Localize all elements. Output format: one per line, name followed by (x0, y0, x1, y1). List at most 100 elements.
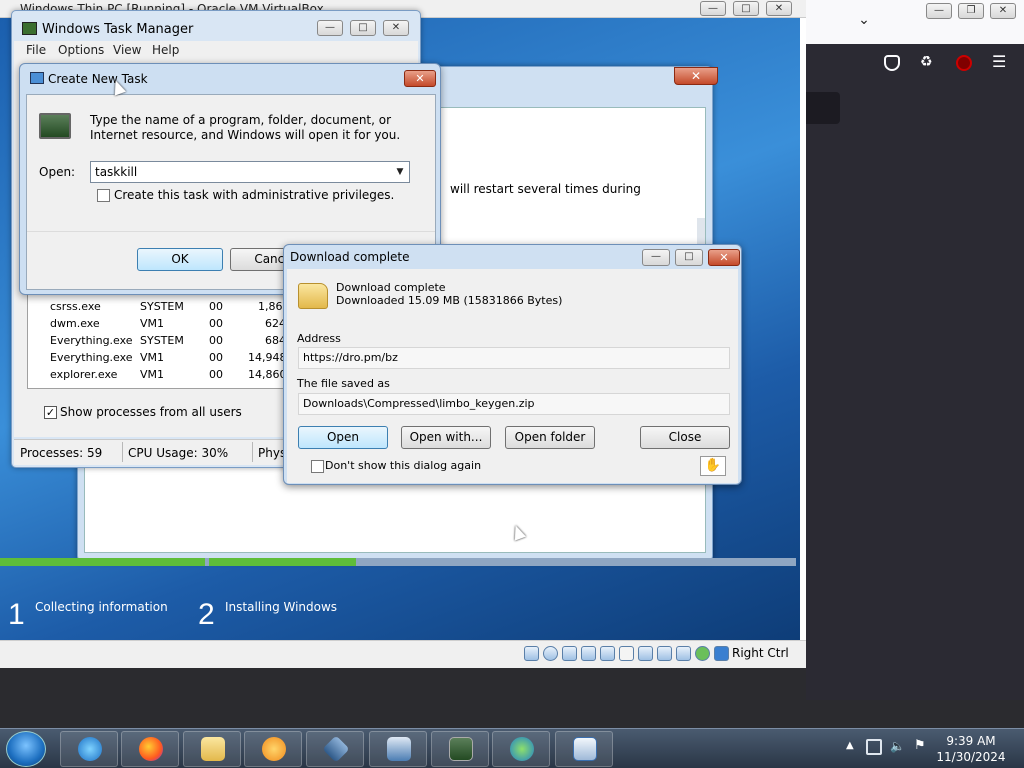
display-icon[interactable] (638, 646, 653, 661)
table-row[interactable]: dwm.exe VM1 00 624 (28, 315, 288, 332)
virtualbox-icon (322, 735, 350, 763)
table-row[interactable]: explorer.exe VM1 00 14,860 (28, 366, 288, 383)
host-restore-button[interactable]: ❐ (958, 3, 984, 19)
saved-path-field[interactable]: Downloads\Compressed\limbo_keygen.zip (298, 393, 730, 415)
process-user: VM1 (140, 351, 165, 364)
process-user: VM1 (140, 368, 165, 381)
host-close-button[interactable]: ✕ (990, 3, 1016, 19)
process-list[interactable]: csrss.exe SYSTEM 00 1,860 dwm.exe VM1 00… (27, 293, 289, 389)
process-cpu: 00 (209, 334, 223, 347)
menu-icon[interactable]: ☰ (992, 53, 1008, 71)
process-cpu: 00 (209, 317, 223, 330)
process-name: dwm.exe (50, 317, 100, 330)
window-icon (573, 737, 597, 761)
process-mem: 14,948 (248, 351, 287, 364)
step-1-label: Collecting information (35, 600, 168, 614)
dl-close-button[interactable]: ✕ (708, 249, 740, 266)
menu-view[interactable]: View (113, 43, 141, 57)
vm-close-button[interactable]: ✕ (766, 1, 792, 16)
menu-file[interactable]: File (26, 43, 46, 57)
download-complete-dialog: Download complete — □ ✕ Download complet… (283, 244, 742, 485)
chevron-down-icon[interactable]: ⌄ (856, 12, 872, 28)
taskmgr-minimize-button[interactable]: — (317, 20, 343, 36)
extensions-icon[interactable]: ♻ (920, 54, 936, 72)
task-manager-title: Windows Task Manager (42, 22, 194, 37)
taskbar-download-manager[interactable] (492, 731, 550, 767)
shared-folder-icon[interactable] (619, 646, 634, 661)
menu-options[interactable]: Options (58, 43, 104, 57)
keyboard-capture-icon[interactable] (714, 646, 729, 661)
table-row[interactable]: csrss.exe SYSTEM 00 1,860 (28, 298, 288, 315)
menu-help[interactable]: Help (152, 43, 179, 57)
taskbar-virtualbox[interactable] (306, 731, 364, 767)
admin-privileges-checkbox[interactable] (97, 189, 110, 202)
folder-icon (201, 737, 225, 761)
windows7-vm-icon (387, 737, 411, 761)
taskmgr-close-button[interactable]: ✕ (383, 20, 409, 36)
dont-show-checkbox[interactable] (311, 460, 324, 473)
recording-icon[interactable] (657, 646, 672, 661)
media-player-icon (262, 737, 286, 761)
ublock-icon[interactable] (956, 55, 972, 71)
address-field[interactable]: https://dro.pm/bz (298, 347, 730, 369)
computer-icon (39, 113, 71, 139)
firefox-icon (139, 737, 163, 761)
drag-hand-icon[interactable]: ✋ (700, 456, 726, 476)
chevron-down-icon[interactable]: ▼ (393, 164, 407, 180)
host-minimize-button[interactable]: — (926, 3, 952, 19)
show-hidden-icons-button[interactable]: ▲ (846, 740, 854, 751)
vm-maximize-button[interactable]: □ (733, 1, 759, 16)
ok-button[interactable]: OK (137, 248, 223, 271)
process-user: SYSTEM (140, 300, 184, 313)
mouse-integration-icon[interactable] (695, 646, 710, 661)
optical-drive-icon[interactable] (543, 646, 558, 661)
step-1-number: 1 (8, 598, 25, 631)
taskbar-explorer[interactable] (183, 731, 241, 767)
open-combobox[interactable]: ▼ (90, 161, 410, 183)
pocket-icon[interactable] (884, 55, 900, 71)
show-all-users-checkbox[interactable]: ✓ (44, 406, 57, 419)
open-input[interactable] (95, 164, 385, 180)
step-2-label: Installing Windows (225, 600, 338, 614)
taskbar: ▲ 🔈 ⚑ (0, 728, 1024, 768)
newtask-close-button[interactable]: ✕ (404, 70, 436, 87)
process-name: Everything.exe (50, 334, 133, 347)
taskbar-task-manager[interactable] (431, 731, 489, 767)
cpu-icon[interactable] (676, 646, 691, 661)
taskbar-windows7-vm[interactable] (369, 731, 427, 767)
dl-maximize-button[interactable]: □ (675, 249, 703, 266)
network-icon[interactable] (581, 646, 596, 661)
audio-icon[interactable] (562, 646, 577, 661)
physical-memory: Phys (258, 446, 287, 460)
setup-partial-text: will restart several times during (450, 182, 641, 196)
taskbar-window-switch[interactable] (555, 731, 613, 767)
storage-icon[interactable] (524, 646, 539, 661)
open-folder-button[interactable]: Open folder (505, 426, 595, 449)
tray-time[interactable]: 9:39 AM (936, 733, 1006, 749)
taskbar-ie[interactable] (60, 731, 118, 767)
close-button[interactable]: Close (640, 426, 730, 449)
start-button[interactable] (6, 731, 46, 767)
open-with-button[interactable]: Open with... (401, 426, 491, 449)
host-url-bar[interactable] (806, 92, 840, 124)
table-row[interactable]: Everything.exe SYSTEM 00 684 (28, 332, 288, 349)
process-cpu: 00 (209, 351, 223, 364)
admin-privileges-label: Create this task with administrative pri… (114, 188, 395, 202)
open-button[interactable]: Open (298, 426, 388, 449)
vm-minimize-button[interactable]: — (700, 1, 726, 16)
volume-muted-icon[interactable]: 🔈 (890, 739, 908, 755)
tray-date[interactable]: 11/30/2024 (936, 750, 1006, 764)
dl-minimize-button[interactable]: — (642, 249, 670, 266)
network-tray-icon[interactable] (866, 739, 882, 755)
process-mem: 14,860 (248, 368, 287, 381)
action-center-flag-icon[interactable]: ⚑ (914, 738, 930, 754)
taskbar-media-player[interactable] (244, 731, 302, 767)
table-row[interactable]: Everything.exe VM1 00 14,948 (28, 349, 288, 366)
taskmgr-maximize-button[interactable]: □ (350, 20, 376, 36)
setup-progress-step1 (0, 558, 205, 566)
setup-close-button[interactable]: ✕ (674, 67, 718, 85)
taskbar-firefox[interactable] (121, 731, 179, 767)
create-new-task-title: Create New Task (48, 72, 148, 86)
process-cpu: 00 (209, 300, 223, 313)
usb-icon[interactable] (600, 646, 615, 661)
